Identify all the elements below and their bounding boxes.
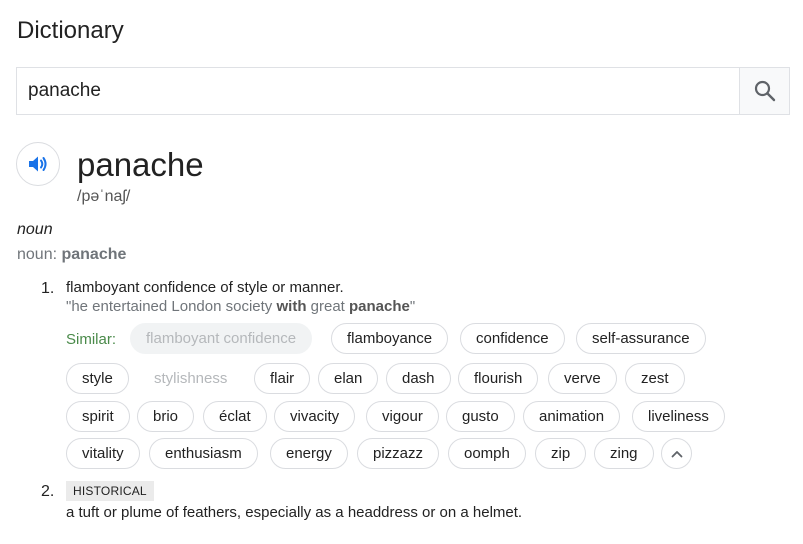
collapse-synonyms-button[interactable] — [661, 438, 692, 469]
synonym-chip[interactable]: vigour — [366, 401, 439, 432]
definition-number: 2. — [41, 483, 55, 500]
synonym-chip[interactable]: liveliness — [632, 401, 725, 432]
synonym-chip[interactable]: oomph — [448, 438, 526, 469]
synonym-chip[interactable]: pizzazz — [357, 438, 440, 469]
page-title: Dictionary — [17, 17, 124, 44]
synonym-chip[interactable]: flamboyance — [331, 323, 449, 354]
example-part: great — [306, 298, 350, 315]
search-button[interactable] — [739, 68, 789, 114]
chevron-up-icon — [671, 450, 682, 457]
example-part: " — [409, 298, 416, 315]
pronunciation-button[interactable] — [16, 142, 60, 186]
synonym-chip: stylishness — [154, 370, 228, 387]
synonym-chip[interactable]: dash — [386, 363, 451, 394]
synonym-chip[interactable]: flourish — [458, 363, 539, 394]
synonym-chip: flamboyant confidence — [130, 323, 313, 354]
similar-label: Similar: — [66, 331, 117, 348]
definition-text: flamboyant confidence of style or manner… — [66, 279, 344, 296]
synonym-chip[interactable]: gusto — [446, 401, 515, 432]
search-input[interactable] — [17, 68, 739, 114]
definition-example: "he entertained London society with grea… — [66, 298, 415, 315]
phonetic-spelling: /pəˈnaʃ/ — [77, 188, 131, 205]
part-of-speech-line: noun: panache — [17, 246, 126, 264]
synonym-chip[interactable]: confidence — [460, 323, 565, 354]
pos-word: panache — [61, 246, 127, 263]
synonym-chip[interactable]: éclat — [203, 401, 267, 432]
synonym-chip[interactable]: energy — [270, 438, 348, 469]
synonym-chip[interactable]: flair — [254, 363, 311, 394]
synonym-chip[interactable]: zest — [625, 363, 685, 394]
synonym-chip[interactable]: elan — [318, 363, 379, 394]
part-of-speech: noun — [17, 221, 53, 238]
search-icon — [754, 80, 775, 102]
synonym-chip[interactable]: style — [66, 363, 129, 394]
headword: panache — [77, 146, 204, 183]
example-strong: panache — [349, 298, 410, 315]
synonym-chip[interactable]: brio — [137, 401, 195, 432]
synonym-chip[interactable]: vitality — [66, 438, 140, 469]
synonym-chip[interactable]: zing — [594, 438, 654, 469]
synonym-chip[interactable]: vivacity — [274, 401, 356, 432]
speaker-icon — [29, 156, 47, 172]
example-strong: with — [276, 298, 307, 315]
definition-text: a tuft or plume of feathers, especially … — [66, 504, 523, 521]
synonym-chip[interactable]: spirit — [66, 401, 130, 432]
definition-number: 1. — [41, 280, 55, 297]
synonym-chip[interactable]: zip — [535, 438, 587, 469]
pos-label: noun: — [17, 246, 62, 263]
synonym-chip[interactable]: animation — [523, 401, 621, 432]
register-badge: HISTORICAL — [66, 481, 154, 501]
synonym-chip[interactable]: enthusiasm — [149, 438, 258, 469]
synonym-chip[interactable]: self-assurance — [576, 323, 706, 354]
search-bar — [16, 67, 790, 115]
example-part: "he entertained London society — [66, 298, 277, 315]
synonym-chip[interactable]: verve — [548, 363, 617, 394]
